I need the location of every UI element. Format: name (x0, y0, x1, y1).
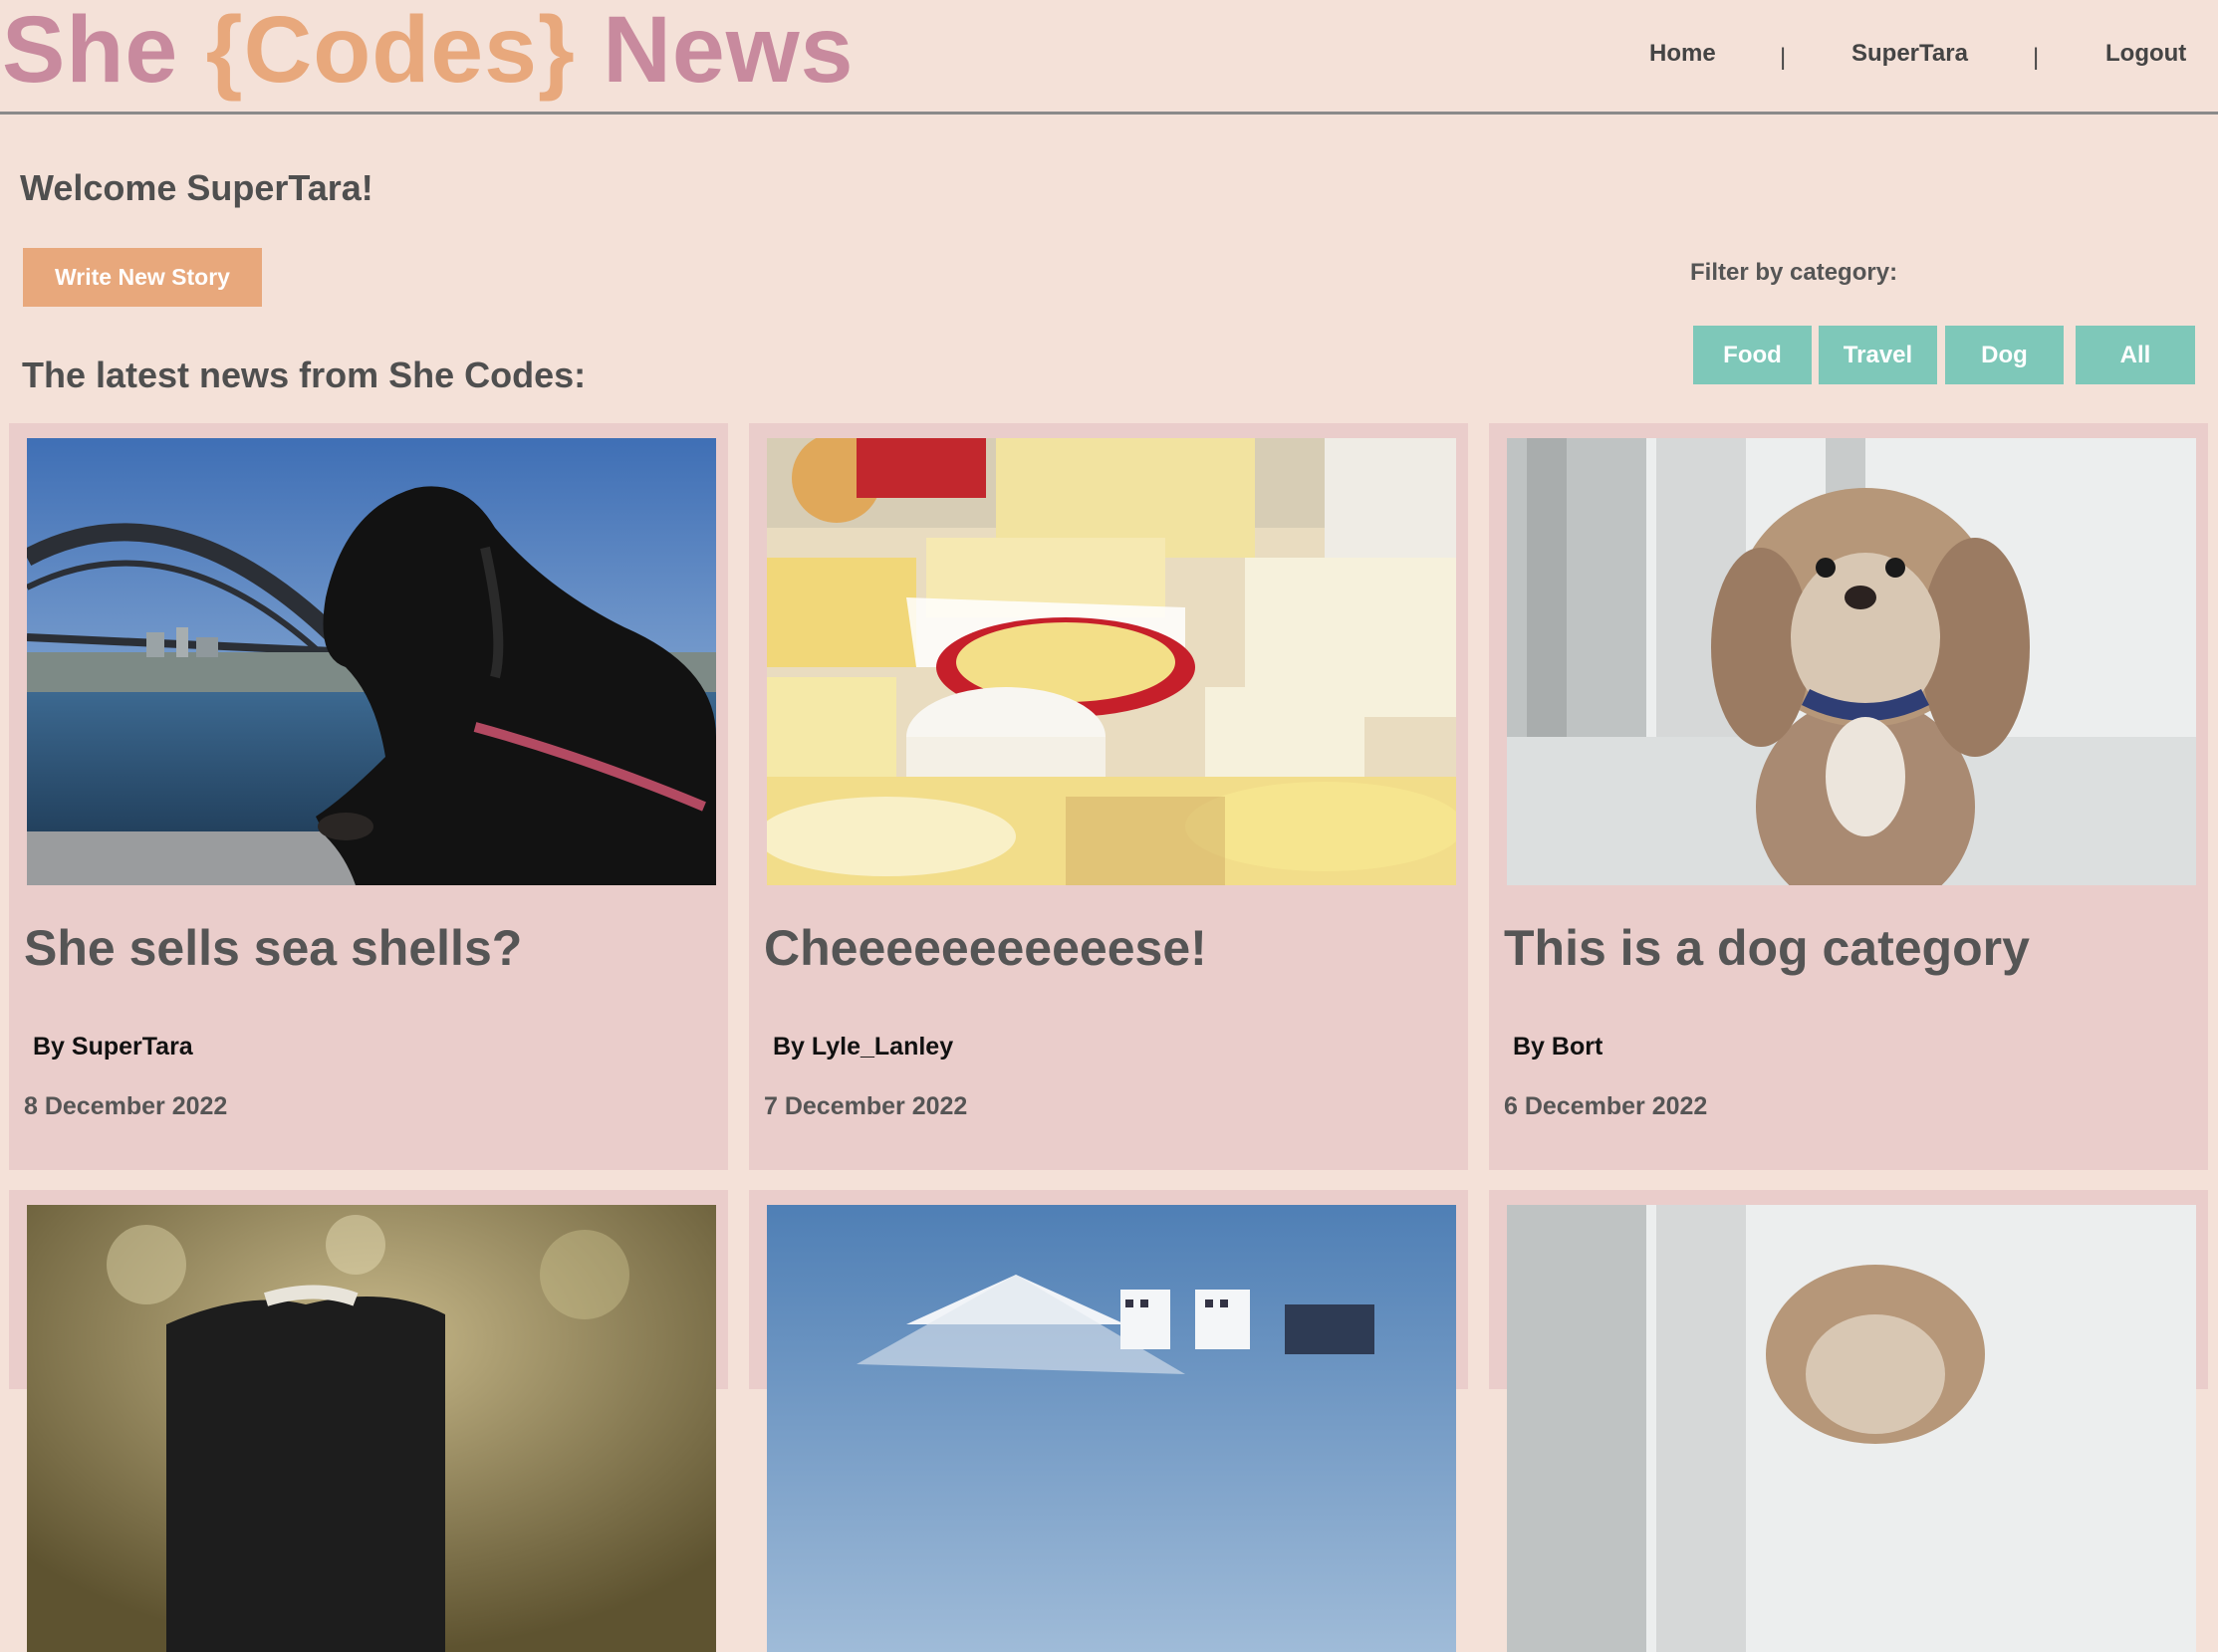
filter-travel-button[interactable]: Travel (1819, 326, 1937, 384)
site-header: She {Codes} News Home | SuperTara | Logo… (0, 0, 2218, 115)
story-date: 8 December 2022 (24, 1092, 228, 1120)
story-card[interactable] (1489, 1190, 2208, 1652)
nav-user-profile[interactable]: SuperTara (1851, 40, 1968, 70)
story-card[interactable]: She sells sea shells? By SuperTara 8 Dec… (9, 423, 728, 1170)
story-date: 7 December 2022 (764, 1092, 968, 1120)
nav-separator: | (2033, 44, 2040, 71)
logo-part-she: She (2, 0, 206, 103)
story-card[interactable]: This is a dog category By Bort 6 Decembe… (1489, 423, 2208, 1170)
story-card[interactable] (749, 1190, 1468, 1652)
welcome-message: Welcome SuperTara! (20, 167, 373, 208)
story-author: By Bort (1513, 1033, 1603, 1061)
story-image-dog-at-harbour-bridge[interactable] (27, 438, 716, 885)
filter-dog-button[interactable]: Dog (1945, 326, 2064, 384)
story-image-mount-fuji-city[interactable] (767, 1205, 1456, 1652)
story-image-dog-blurred-background[interactable] (27, 1205, 716, 1652)
logo-part-news: News (575, 0, 855, 103)
latest-news-heading: The latest news from She Codes: (22, 354, 587, 395)
nav-separator: | (1780, 44, 1787, 71)
site-logo[interactable]: She {Codes} News (2, 0, 854, 106)
story-card[interactable] (9, 1190, 728, 1652)
nav-logout[interactable]: Logout (2105, 40, 2186, 70)
story-author: By Lyle_Lanley (773, 1033, 954, 1061)
nav-home[interactable]: Home (1649, 40, 1716, 70)
story-author: By SuperTara (33, 1033, 193, 1061)
write-new-story-button[interactable]: Write New Story (23, 248, 262, 307)
story-image-fluffy-dog[interactable] (1507, 1205, 2196, 1652)
story-image-cheese-platter[interactable] (767, 438, 1456, 885)
filter-label: Filter by category: (1690, 259, 1898, 286)
filter-all-button[interactable]: All (2076, 326, 2195, 384)
story-date: 6 December 2022 (1504, 1092, 1708, 1120)
filter-food-button[interactable]: Food (1693, 326, 1812, 384)
story-title[interactable]: Cheeeeeeeeeeese! (764, 919, 1207, 977)
story-title[interactable]: She sells sea shells? (24, 919, 522, 977)
story-title[interactable]: This is a dog category (1504, 919, 2030, 977)
story-image-fluffy-dog[interactable] (1507, 438, 2196, 885)
logo-part-codes: {Codes} (205, 0, 576, 103)
story-card[interactable]: Cheeeeeeeeeeese! By Lyle_Lanley 7 Decemb… (749, 423, 1468, 1170)
